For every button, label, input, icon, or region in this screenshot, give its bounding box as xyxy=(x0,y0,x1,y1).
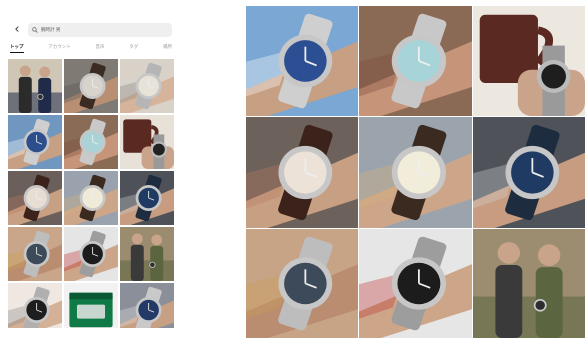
phone-screenshot: ‹ 腕時計 男 トップ アカウント 音声 タグ 場所 xyxy=(8,18,174,328)
chevron-left-icon[interactable]: ‹ xyxy=(10,22,24,38)
post-couple-photo[interactable] xyxy=(8,59,62,113)
tab-accounts[interactable]: アカウント xyxy=(48,44,71,50)
photo-pepsi-street[interactable] xyxy=(359,229,472,338)
post-green-box[interactable] xyxy=(64,283,118,328)
photo-gold-shirt-cuff[interactable] xyxy=(359,117,472,228)
photo-mug-watch[interactable] xyxy=(473,6,585,116)
search-icon xyxy=(32,27,38,33)
post-mug-watch[interactable] xyxy=(120,115,174,169)
enlarged-results-grid xyxy=(246,6,585,338)
post-ap-bracelets[interactable] xyxy=(8,227,62,281)
search-query: 腕時計 男 xyxy=(41,28,61,33)
photo-blue-chrono-hand[interactable] xyxy=(473,117,585,228)
photo-ap-bracelets[interactable] xyxy=(246,229,358,338)
post-black-dial-sleeve[interactable] xyxy=(8,283,62,328)
post-rose-gold-leather[interactable] xyxy=(8,171,62,225)
post-blue-chrono-hand[interactable] xyxy=(120,171,174,225)
tab-bar: トップ アカウント 音声 タグ 場所 xyxy=(8,42,174,52)
search-header: ‹ 腕時計 男 トップ アカウント 音声 タグ 場所 xyxy=(8,18,174,52)
active-tab-indicator xyxy=(10,52,24,53)
tab-tags[interactable]: タグ xyxy=(129,44,138,50)
post-blue-dial-sea[interactable] xyxy=(8,115,62,169)
tab-places[interactable]: 場所 xyxy=(163,44,172,50)
tab-top[interactable]: トップ xyxy=(10,44,24,50)
photo-ice-blue-daytona[interactable] xyxy=(359,6,472,116)
post-wrist-bracelet[interactable] xyxy=(120,59,174,113)
photo-blue-dial-sea[interactable] xyxy=(246,6,358,116)
post-navy-dial-grey[interactable] xyxy=(120,283,174,328)
photo-rose-gold-leather[interactable] xyxy=(246,117,358,228)
post-ice-blue-daytona[interactable] xyxy=(64,115,118,169)
post-wrist-leather[interactable] xyxy=(64,59,118,113)
photo-street-fashion[interactable] xyxy=(473,229,585,338)
phone-results-grid xyxy=(8,59,174,328)
tab-audio[interactable]: 音声 xyxy=(96,44,105,50)
post-pepsi-street[interactable] xyxy=(64,227,118,281)
search-input[interactable]: 腕時計 男 xyxy=(28,23,172,37)
post-street-fashion[interactable] xyxy=(120,227,174,281)
post-gold-shirt-cuff[interactable] xyxy=(64,171,118,225)
